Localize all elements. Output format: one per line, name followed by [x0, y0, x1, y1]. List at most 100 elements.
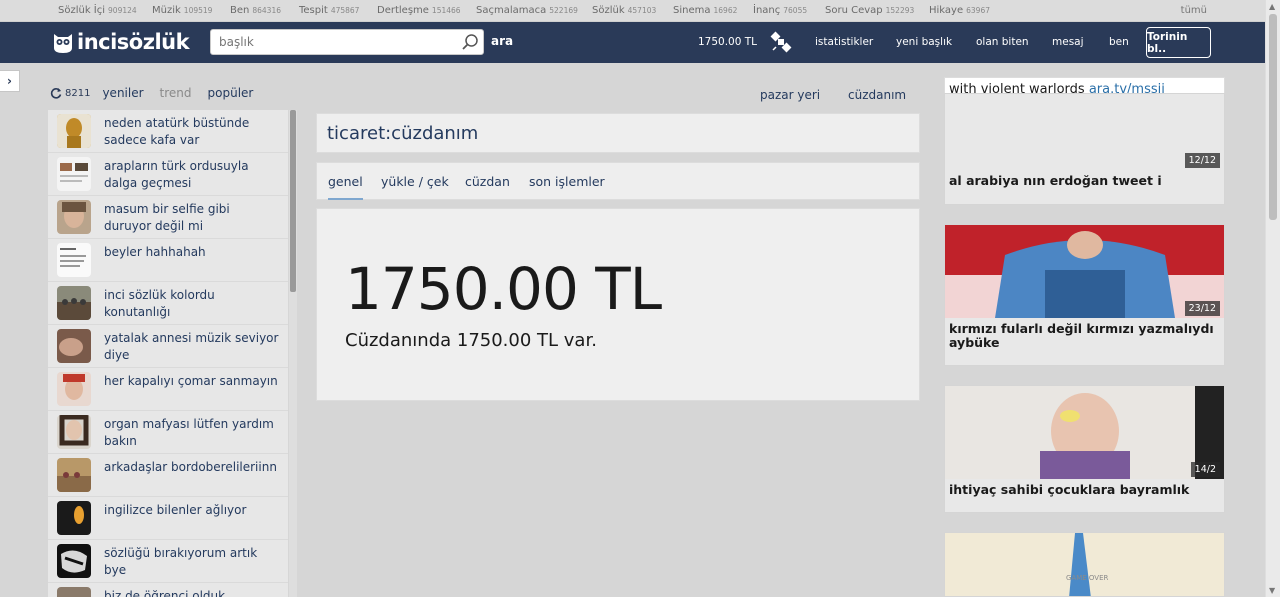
topic-thumbnail	[57, 243, 91, 277]
topic-title: masum bir selfie gibi duruyor değil mi	[104, 202, 230, 233]
news-card[interactable]: GAME OVER	[944, 532, 1225, 597]
news-card[interactable]: 12/12 al arabiya nın erdoğan tweet i	[944, 93, 1225, 205]
tab-trend[interactable]: trend	[160, 86, 192, 100]
topic-thumbnail	[57, 200, 91, 234]
card-title: al arabiya nın erdoğan tweet i	[949, 173, 1162, 188]
news-card[interactable]: 23/12 kırmızı fularlı değil kırmızı yazm…	[944, 224, 1225, 366]
category-muzik[interactable]: Müzik 109519	[152, 5, 212, 16]
topic-list-scroll-thumb[interactable]	[290, 110, 296, 292]
page-scrollbar[interactable]: ▲ ▼	[1265, 0, 1280, 597]
topic-thumbnail	[57, 286, 91, 320]
category-all-link[interactable]: tümü	[1181, 5, 1207, 16]
owl-logo-icon	[54, 34, 72, 53]
topic-thumbnail	[57, 501, 91, 535]
topic-item[interactable]: beyler hahhahah	[48, 239, 288, 282]
wallet-tabs: genel yükle / çek cüzdan son işlemler	[316, 162, 920, 200]
topic-item[interactable]: arapların türk ordusuyla dalga geçmesi	[48, 153, 288, 196]
card-title: ihtiyaç sahibi çocuklara bayramlık	[949, 482, 1190, 497]
tab-new[interactable]: yeniler	[102, 86, 143, 100]
nav-new-title[interactable]: yeni başlık	[896, 36, 952, 48]
scroll-up-arrow-icon[interactable]: ▲	[1269, 2, 1275, 11]
logo[interactable]: incisözlük	[52, 27, 190, 57]
topic-item[interactable]: yatalak annesi müzik seviyor diye	[48, 325, 288, 368]
nav-messages[interactable]: mesaj	[1052, 36, 1084, 48]
new-count: 8211	[65, 87, 91, 99]
topic-thumbnail	[57, 114, 91, 148]
category-soru-cevap[interactable]: Soru Cevap 152293	[825, 5, 914, 16]
card-badge: 12/12	[1184, 153, 1220, 168]
topic-title: inci sözlük kolordu konutanlığı	[104, 288, 215, 319]
scroll-down-arrow-icon[interactable]: ▼	[1269, 586, 1275, 595]
logo-text: incisözlük	[77, 30, 190, 54]
topic-title: her kapalıyı çomar sanmayın	[104, 374, 278, 388]
wallet-balance-link[interactable]: 1750.00 TL	[698, 36, 757, 48]
topic-title: ingilizce bilenler ağlıyor	[104, 503, 247, 517]
navbar: incisözlük ara 1750.00 TL istatistikler …	[0, 22, 1265, 63]
news-card[interactable]: 14/2 ihtiyaç sahibi çocuklara bayramlık	[944, 385, 1225, 513]
search-box	[210, 29, 484, 55]
topic-item[interactable]: arkadaşlar bordoberelileriinn	[48, 454, 288, 497]
card-badge: 14/2	[1190, 462, 1220, 477]
tab-wallet[interactable]: cüzdan	[465, 174, 510, 189]
page-scroll-thumb[interactable]	[1269, 14, 1277, 220]
card-image: 23/12	[945, 225, 1224, 318]
topic-thumbnail	[57, 458, 91, 492]
category-sozluk[interactable]: Sözlük 457103	[592, 5, 656, 16]
tab-recent-transactions[interactable]: son işlemler	[529, 174, 605, 189]
topic-title: sözlüğü bırakıyorum artık bye	[104, 546, 258, 577]
sidebar-toggle-chevron-icon[interactable]: ›	[0, 70, 20, 92]
wallet-amount: 1750.00 TL	[345, 255, 662, 323]
satellite-icon[interactable]	[770, 31, 792, 53]
topic-item[interactable]: ingilizce bilenler ağlıyor	[48, 497, 288, 540]
card-image: 14/2	[945, 386, 1224, 479]
category-inanc[interactable]: İnanç 76055	[753, 5, 807, 16]
nav-me[interactable]: ben	[1109, 36, 1129, 48]
wallet-amount-text: Cüzdanında 1750.00 TL var.	[345, 330, 597, 351]
card-title: kırmızı fularlı değil kırmızı yazmalıydı…	[949, 321, 1214, 350]
nav-whats-happening[interactable]: olan biten	[976, 36, 1029, 48]
category-dertlesme[interactable]: Dertleşme 151466	[377, 5, 461, 16]
category-bar: Sözlük İçi 909124 Müzik 109519 Ben 864316 T…	[0, 0, 1265, 22]
category-ben[interactable]: Ben 864316	[230, 5, 281, 16]
topic-title: neden atatürk büstünde sadece kafa var	[104, 116, 250, 147]
tab-popular[interactable]: popüler	[208, 86, 254, 100]
category-sinema[interactable]: Sinema 16962	[673, 5, 737, 16]
topic-item[interactable]: masum bir selfie gibi duruyor değil mi	[48, 196, 288, 239]
nav-statistics[interactable]: istatistikler	[815, 36, 873, 48]
topic-title: arapların türk ordusuyla dalga geçmesi	[104, 159, 249, 190]
card-badge: 23/12	[1184, 301, 1220, 316]
tab-deposit-withdraw[interactable]: yükle / çek	[381, 174, 449, 189]
topic-thumbnail	[57, 587, 91, 597]
wallet-panel: 1750.00 TL Cüzdanında 1750.00 TL var.	[316, 208, 920, 401]
topic-title: beyler hahhahah	[104, 245, 206, 259]
topic-title: yatalak annesi müzik seviyor diye	[104, 331, 279, 362]
topic-item[interactable]: organ mafyası lütfen yardım bakın	[48, 411, 288, 454]
tab-general[interactable]: genel	[328, 174, 363, 200]
left-tabs: 8211 yeniler trend popüler	[50, 84, 269, 102]
topic-item[interactable]: inci sözlük kolordu konutanlığı	[48, 282, 288, 325]
my-wallet-link[interactable]: cüzdanım	[848, 88, 906, 102]
topic-title: arkadaşlar bordoberelileriinn	[104, 460, 277, 474]
search-input[interactable]	[211, 30, 451, 54]
card-image	[945, 533, 1224, 596]
topic-list-scrollbar[interactable]	[289, 110, 297, 597]
search-button[interactable]: ara	[491, 34, 513, 48]
topic-item[interactable]: her kapalıyı çomar sanmayın	[48, 368, 288, 411]
category-tespit[interactable]: Tespit 475867	[299, 5, 359, 16]
topic-item[interactable]: biz de öğrenci olduk	[48, 583, 288, 597]
user-menu-button[interactable]: Torinin bl..	[1146, 27, 1211, 58]
topic-item[interactable]: sözlüğü bırakıyorum artık bye	[48, 540, 288, 583]
category-sozluk-ici[interactable]: Sözlük İçi 909124	[58, 5, 137, 16]
card-image-text: GAME OVER	[1066, 574, 1109, 582]
topic-list: neden atatürk büstünde sadece kafa var a…	[48, 110, 288, 597]
topic-thumbnail	[57, 372, 91, 406]
topic-thumbnail	[57, 544, 91, 578]
topic-title: organ mafyası lütfen yardım bakın	[104, 417, 274, 448]
refresh-icon[interactable]	[50, 87, 62, 99]
topic-title: biz de öğrenci olduk	[104, 589, 226, 597]
marketplace-link[interactable]: pazar yeri	[760, 88, 820, 102]
category-hikaye[interactable]: Hikaye 63967	[929, 5, 990, 16]
category-sacmalamaca[interactable]: Saçmalamaca 522169	[476, 5, 578, 16]
search-icon[interactable]	[461, 33, 479, 51]
topic-item[interactable]: neden atatürk büstünde sadece kafa var	[48, 110, 288, 153]
